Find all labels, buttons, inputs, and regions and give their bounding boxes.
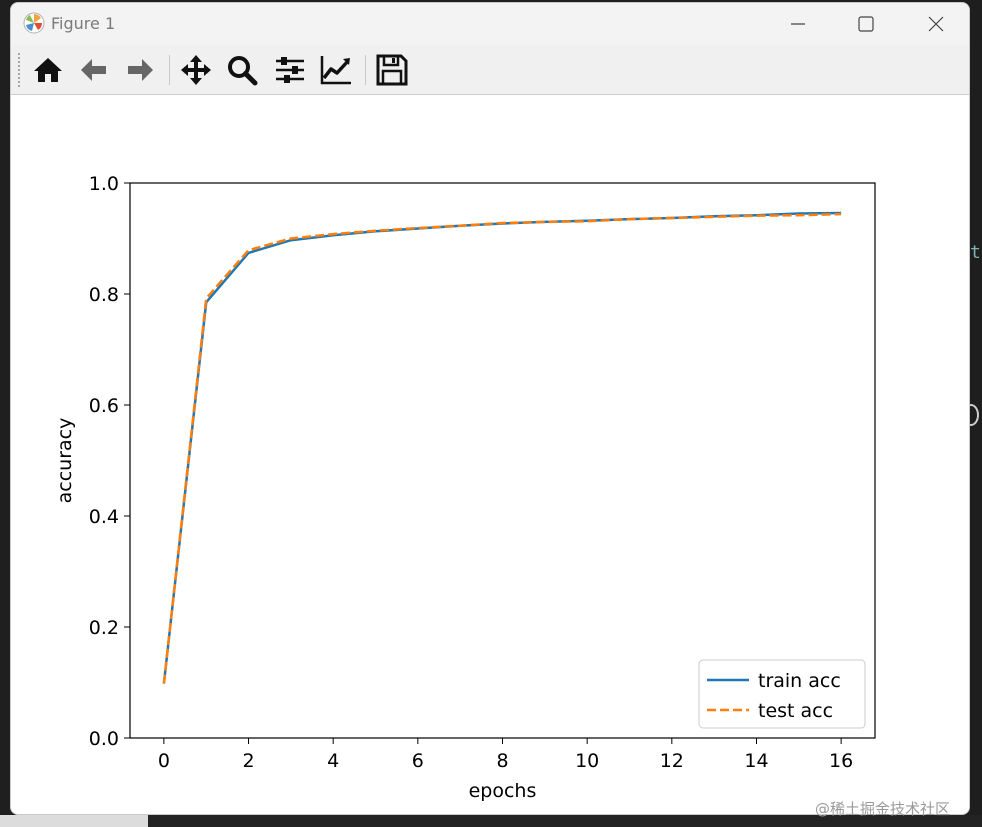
y-tick-label: 0.2: [89, 617, 119, 639]
maximize-icon[interactable]: [855, 13, 877, 35]
edit-axis-icon: [320, 56, 351, 85]
figure-window: Figure 1 0 2 4 6 8 10 12 14 16 0.0 0.2 0…: [10, 2, 970, 815]
pan-button[interactable]: [179, 53, 213, 87]
y-tick-label: 0.8: [89, 284, 119, 306]
legend-label-test-acc: test acc: [758, 700, 833, 722]
background-editor-glyph: t: [970, 242, 981, 263]
matplotlib-logo-icon: [23, 12, 45, 34]
home-icon: [34, 58, 62, 82]
legend: train acc test acc: [698, 659, 866, 729]
x-tick-label: 8: [496, 750, 508, 772]
watermark-text: @稀土掘金技术社区: [815, 800, 951, 818]
forward-icon: [128, 59, 153, 81]
home-button[interactable]: [31, 53, 65, 87]
y-axis-label: accuracy: [54, 418, 76, 504]
edit-axis-button[interactable]: [319, 53, 353, 87]
x-tick-label: 10: [575, 750, 599, 772]
toolbar-grip[interactable]: [18, 53, 20, 87]
zoom-button[interactable]: [225, 53, 259, 87]
x-tick-label: 0: [158, 750, 170, 772]
series-line-test-acc: [162, 212, 842, 684]
y-tick-label: 0.6: [89, 395, 119, 417]
line-chart: 0 2 4 6 8 10 12 14 16 0.0 0.2 0.4 0.6 0.8 1.0 epochs acc…: [54, 173, 876, 802]
x-tick-label: 16: [829, 750, 853, 772]
series-line-train-acc: [162, 211, 842, 684]
legend-label-train-acc: train acc: [758, 670, 841, 692]
close-icon[interactable]: [925, 13, 947, 35]
save-icon: [376, 54, 408, 86]
y-tick-label: 1.0: [89, 173, 119, 195]
x-axis-label: epochs: [469, 780, 537, 802]
back-icon: [81, 59, 106, 81]
navigation-toolbar: [11, 45, 969, 95]
configure-subplots-icon: [276, 57, 304, 83]
window-title: Figure 1: [51, 14, 116, 33]
forward-button[interactable]: [123, 53, 157, 87]
back-button[interactable]: [77, 53, 111, 87]
plot-area-frame: [129, 182, 876, 739]
x-tick-label: 6: [412, 750, 424, 772]
toolbar-separator: [169, 55, 170, 85]
x-tick-label: 2: [242, 750, 254, 772]
x-tick-label: 14: [744, 750, 768, 772]
y-tick-label: 0.0: [89, 728, 119, 750]
taskbar-fragment: [0, 815, 148, 827]
zoom-icon: [228, 56, 258, 86]
save-button[interactable]: [375, 53, 409, 87]
toolbar-separator: [365, 55, 366, 85]
y-tick-label: 0.4: [89, 506, 119, 528]
figure-canvas[interactable]: 0 2 4 6 8 10 12 14 16 0.0 0.2 0.4 0.6 0.8 1.0 epochs acc…: [11, 95, 969, 814]
configure-subplots-button[interactable]: [273, 53, 307, 87]
pan-icon: [181, 55, 211, 85]
title-bar[interactable]: Figure 1: [11, 3, 969, 45]
x-tick-label: 12: [660, 750, 684, 772]
minimize-icon[interactable]: [787, 13, 809, 35]
x-tick-label: 4: [327, 750, 339, 772]
